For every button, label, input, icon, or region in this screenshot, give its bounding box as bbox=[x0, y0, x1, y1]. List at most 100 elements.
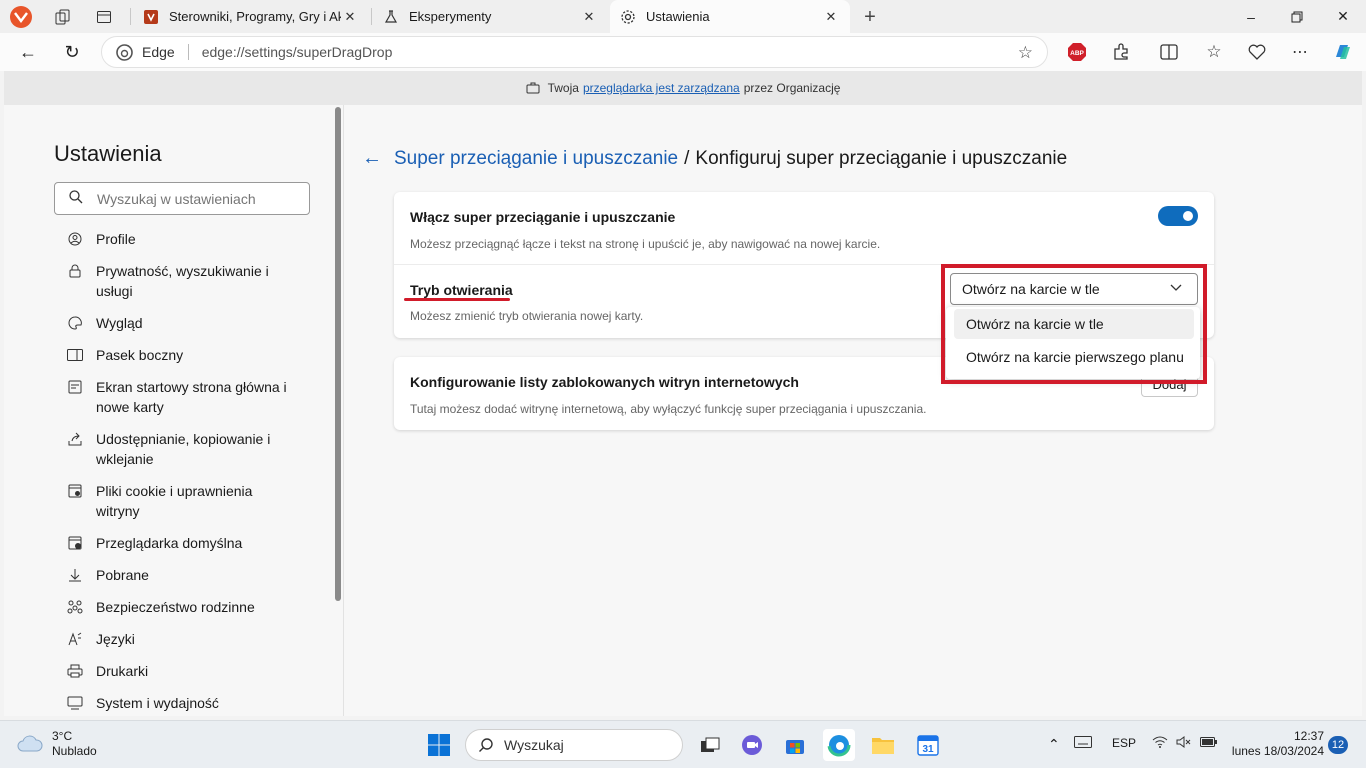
volume-muted-icon[interactable] bbox=[1176, 736, 1192, 751]
red-highlight-annotation bbox=[941, 264, 1207, 384]
close-icon[interactable]: ✕ bbox=[341, 9, 359, 25]
tab-sterowniki[interactable]: Sterowniki, Programy, Gry i Aktualności … bbox=[133, 0, 369, 33]
sidebar-item-label: Prywatność, wyszukiwanie i usługi bbox=[96, 263, 269, 299]
start-windows-icon[interactable] bbox=[423, 729, 455, 761]
taskbar-search-label: Wyszukaj bbox=[504, 737, 564, 753]
extensions-icon[interactable] bbox=[1107, 38, 1135, 66]
sidebar-item-label: Ekran startowy strona główna i nowe kart… bbox=[96, 379, 287, 415]
minimize-icon[interactable]: – bbox=[1228, 0, 1274, 33]
tab-ustawienia[interactable]: Ustawienia ✕ bbox=[610, 0, 850, 33]
toggle-knob bbox=[1183, 211, 1193, 221]
clock-time: 12:37 bbox=[1293, 729, 1324, 743]
settings-nav: Profile Prywatność, wyszukiwanie i usług… bbox=[66, 229, 336, 716]
enable-toggle[interactable] bbox=[1158, 206, 1198, 226]
back-arrow-icon[interactable]: ← bbox=[362, 147, 382, 170]
task-view-icon[interactable] bbox=[694, 729, 726, 761]
keyboard-icon[interactable] bbox=[1074, 736, 1092, 751]
sidebar-item-start-page[interactable]: Ekran startowy strona główna i nowe kart… bbox=[66, 377, 336, 417]
edge-label: Edge bbox=[142, 44, 175, 60]
gear-icon bbox=[620, 9, 636, 25]
battery-icon[interactable] bbox=[1200, 736, 1218, 751]
sidebar-item-label: Bezpieczeństwo rodzinne bbox=[96, 599, 255, 615]
cloud-icon bbox=[16, 733, 44, 756]
weather-widget[interactable]: 3°C Nublado bbox=[16, 729, 97, 759]
sidebar-item-label: System i wydajność bbox=[96, 695, 219, 711]
page-title: Konfiguruj super przeciąganie i upuszcza… bbox=[695, 147, 1068, 169]
restore-icon[interactable] bbox=[1274, 0, 1320, 33]
language-indicator[interactable]: ESP bbox=[1112, 736, 1136, 750]
adblock-plus-icon[interactable]: ABP bbox=[1063, 38, 1091, 66]
back-arrow-icon[interactable]: ← bbox=[13, 37, 43, 67]
system-clock[interactable]: 12:37 lunes 18/03/2024 bbox=[1228, 729, 1324, 759]
cookie-icon bbox=[66, 481, 84, 501]
sidebar-item-system[interactable]: System i wydajność bbox=[66, 693, 336, 713]
close-icon[interactable]: ✕ bbox=[822, 9, 840, 25]
file-explorer-icon[interactable] bbox=[867, 729, 899, 761]
url-text[interactable]: edge://settings/superDragDrop bbox=[202, 44, 393, 60]
lock-icon bbox=[66, 261, 84, 281]
address-bar[interactable]: Edge edge://settings/superDragDrop ☆ bbox=[101, 36, 1048, 68]
edge-logo-icon bbox=[116, 44, 133, 64]
favorites-icon[interactable]: ☆ bbox=[1200, 38, 1228, 66]
sidebar-item-default-browser[interactable]: Przeglądarka domyślna bbox=[66, 533, 336, 553]
system-icon bbox=[66, 693, 84, 713]
workspaces-icon[interactable] bbox=[50, 4, 76, 30]
enable-row-title: Włącz super przeciąganie i upuszczanie bbox=[410, 209, 676, 225]
teams-chat-icon[interactable] bbox=[736, 729, 768, 761]
settings-search-box[interactable] bbox=[54, 182, 310, 215]
browser-icon bbox=[66, 533, 84, 553]
sidebar-item-privacy[interactable]: Prywatność, wyszukiwanie i usługi bbox=[66, 261, 336, 301]
sidebar-item-appearance[interactable]: Wygląd bbox=[66, 313, 336, 333]
tab-title: Ustawienia bbox=[646, 9, 710, 24]
clock-date: lunes 18/03/2024 bbox=[1231, 744, 1324, 758]
tab-eksperymenty[interactable]: Eksperymenty ✕ bbox=[373, 0, 608, 33]
sidebar-item-printers[interactable]: Drukarki bbox=[66, 661, 336, 681]
mode-row-title: Tryb otwierania bbox=[410, 282, 513, 298]
omnibox-divider bbox=[187, 44, 189, 60]
sidebar-item-languages[interactable]: Języki bbox=[66, 629, 336, 649]
sidebar-item-cookies[interactable]: Pliki cookie i uprawnienia witryny bbox=[66, 481, 336, 521]
tab-actions-icon[interactable] bbox=[91, 4, 117, 30]
wifi-icon[interactable] bbox=[1152, 736, 1168, 751]
settings-title: Ustawienia bbox=[54, 141, 162, 166]
tray-overflow-icon[interactable]: ⌃ bbox=[1048, 736, 1060, 753]
calendar-icon[interactable]: 31 bbox=[912, 729, 944, 761]
edge-browser-icon[interactable] bbox=[823, 729, 855, 761]
more-menu-icon[interactable]: ⋯ bbox=[1286, 38, 1314, 66]
sidebar-item-label: Wygląd bbox=[96, 315, 143, 331]
copilot-icon[interactable] bbox=[1329, 38, 1357, 66]
browser-essentials-icon[interactable] bbox=[1243, 38, 1271, 66]
profile-icon bbox=[66, 229, 84, 249]
profile-avatar-icon[interactable] bbox=[8, 4, 34, 30]
breadcrumb-parent-link[interactable]: Super przeciąganie i upuszczanie bbox=[394, 148, 678, 170]
sidebar-scrollbar[interactable] bbox=[335, 107, 341, 601]
store-icon[interactable] bbox=[779, 729, 811, 761]
briefcase-icon bbox=[526, 82, 540, 94]
sidebar-item-sidebar[interactable]: Pasek boczny bbox=[66, 345, 336, 365]
sidebar-item-label: Profile bbox=[96, 231, 136, 247]
taskbar-search[interactable]: Wyszukaj bbox=[465, 729, 683, 761]
managed-link[interactable]: przeglądarka jest zarządzana bbox=[583, 81, 740, 95]
tab-separator bbox=[371, 8, 372, 25]
managed-prefix: Twoja bbox=[547, 81, 579, 95]
settings-content: ← Super przeciąganie i upuszczanie / Kon… bbox=[344, 105, 1362, 716]
sidebar-item-family[interactable]: Bezpieczeństwo rodzinne bbox=[66, 597, 336, 617]
split-screen-icon[interactable] bbox=[1155, 38, 1183, 66]
sidebar-item-label: Pasek boczny bbox=[96, 347, 184, 363]
new-tab-icon[interactable]: + bbox=[857, 4, 883, 30]
printer-icon bbox=[66, 661, 84, 681]
window-close-icon[interactable]: ✕ bbox=[1320, 0, 1366, 33]
settings-search-input[interactable] bbox=[97, 190, 297, 207]
notification-badge[interactable]: 12 bbox=[1328, 736, 1348, 754]
close-icon[interactable]: ✕ bbox=[580, 9, 598, 25]
favorite-star-icon[interactable]: ☆ bbox=[1018, 43, 1033, 63]
palette-icon bbox=[66, 313, 84, 333]
sidebar-item-label: Języki bbox=[96, 631, 135, 647]
sidebar-item-downloads[interactable]: Pobrane bbox=[66, 565, 336, 585]
sidebar-item-share[interactable]: Udostępnianie, kopiowanie i wklejanie bbox=[66, 429, 336, 469]
sidebar-item-profile[interactable]: Profile bbox=[66, 229, 336, 249]
refresh-icon[interactable]: ↻ bbox=[57, 37, 87, 67]
sidebar-item-label: Pliki cookie i uprawnienia witryny bbox=[96, 483, 253, 519]
windows-taskbar: 3°C Nublado Wyszukaj 31 ⌃ ESP 12:37 lune… bbox=[0, 720, 1366, 768]
sidebar-item-label: Udostępnianie, kopiowanie i wklejanie bbox=[96, 431, 271, 467]
